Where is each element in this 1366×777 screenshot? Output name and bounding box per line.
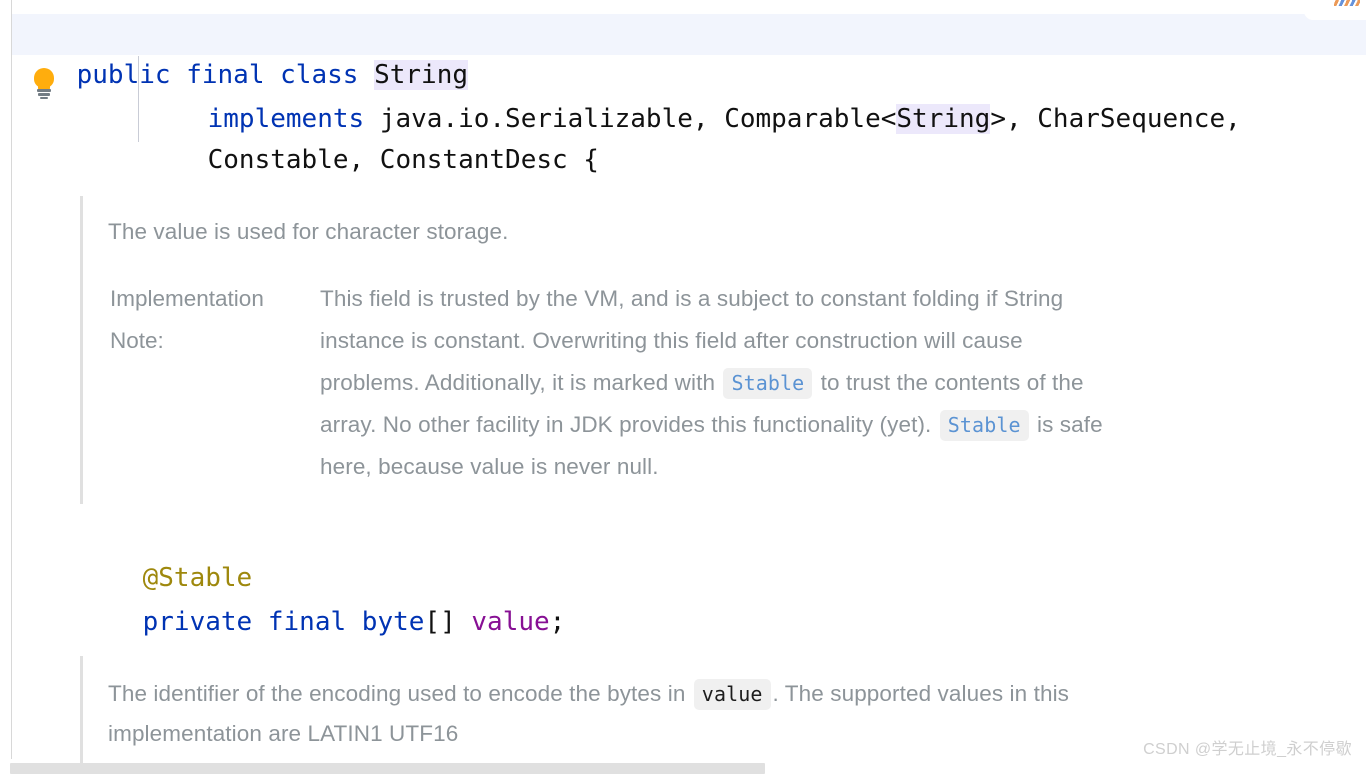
javadoc-block-coder	[80, 656, 83, 763]
javadoc-impl-note-line-4-tail: is safe	[1030, 412, 1103, 437]
javadoc-block-value	[80, 196, 83, 504]
javadoc-impl-note-label-line2: Note:	[110, 328, 164, 353]
javadoc-impl-note-line-3-tail: to trust the contents of the	[814, 370, 1084, 395]
keyword-final-2: final	[267, 607, 347, 637]
inline-code-stable-1[interactable]: Stable	[723, 368, 813, 399]
javadoc-impl-note-line-4: array. No other facility in JDK provides…	[320, 404, 1330, 446]
horizontal-scrollbar-thumb[interactable]	[10, 763, 765, 774]
javadoc-impl-note-line-3: problems. Additionally, it is marked wit…	[320, 362, 1330, 404]
space-4	[252, 607, 268, 637]
javadoc-coder-line-1-tail: . The supported values in this	[772, 681, 1070, 706]
javadoc-coder-line-2: implementation are LATIN1 UTF16	[108, 721, 459, 746]
inline-code-stable-2[interactable]: Stable	[939, 410, 1029, 441]
clipped-icon-fragment	[1334, 0, 1360, 6]
indent-guide	[138, 56, 139, 142]
keyword-byte: byte	[361, 607, 425, 637]
code-line-implements-second[interactable]: Constable, ConstantDesc {	[145, 99, 599, 222]
gutter-separator	[11, 0, 12, 759]
statement-semicolon: ;	[549, 607, 566, 637]
space-5	[346, 607, 362, 637]
javadoc-impl-note-line-5: here, because value is never null.	[320, 454, 659, 479]
keyword-private: private	[142, 607, 253, 637]
javadoc-impl-note-line-4-head: array. No other facility in JDK provides…	[320, 412, 938, 437]
top-right-notch	[1304, 10, 1366, 20]
type-argument-string: String	[896, 104, 991, 134]
implements-interfaces-part3: Constable, ConstantDesc {	[207, 145, 599, 175]
javadoc-impl-note-label-line1: Implementation	[110, 286, 264, 311]
javadoc-impl-note-line-2: instance is constant. Overwriting this f…	[320, 328, 1023, 353]
javadoc-summary-value: The value is used for character storage.	[108, 219, 509, 244]
javadoc-coder-line-1-head: The identifier of the encoding used to e…	[108, 681, 692, 706]
field-name-value: value	[471, 607, 550, 637]
array-brackets: []	[424, 607, 472, 637]
horizontal-scrollbar-track[interactable]	[0, 763, 1366, 777]
javadoc-impl-note-line-1: This field is trusted by the VM, and is …	[320, 286, 1064, 311]
code-editor[interactable]: public final class String implements jav…	[0, 0, 1366, 777]
javadoc-coder-line-1: The identifier of the encoding used to e…	[108, 673, 1338, 715]
implements-interfaces-part2: >, CharSequence,	[990, 104, 1241, 134]
code-line-field-value[interactable]: private final byte[] value;	[80, 561, 566, 684]
inline-code-value[interactable]: value	[693, 679, 771, 710]
javadoc-impl-note-line-3-head: problems. Additionally, it is marked wit…	[320, 370, 722, 395]
